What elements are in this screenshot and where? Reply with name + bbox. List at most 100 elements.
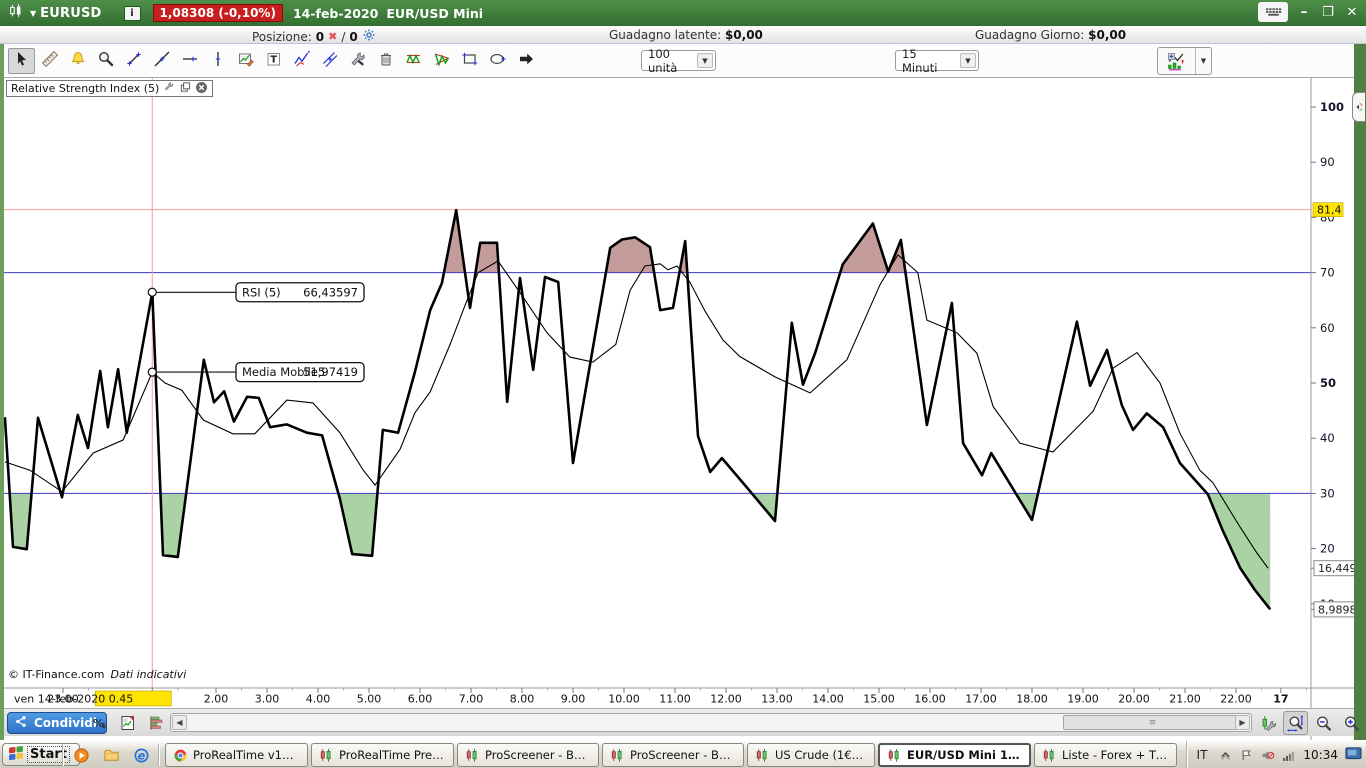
scroll-right-icon[interactable]: ▶ xyxy=(1235,715,1250,730)
rsi-plot[interactable]: 10090807060504030201081,416,4498,989823.… xyxy=(3,78,1357,752)
pattern-down-icon xyxy=(433,50,451,72)
taskbar-button-4[interactable]: US Crude (1€) 1 Or... xyxy=(747,743,875,767)
tool-ellipse-button[interactable] xyxy=(484,48,511,74)
minimize-button[interactable]: – xyxy=(1296,5,1312,20)
chevron-down-icon[interactable]: ▼ xyxy=(30,9,36,18)
tool-zoom-button[interactable] xyxy=(92,48,119,74)
drawing-tools-icon xyxy=(349,50,367,72)
windows-taskbar: Start e ProRealTime v10.3 - ... ProRealTi… xyxy=(0,740,1366,768)
tool-trendline-button[interactable] xyxy=(148,48,175,74)
x-tick-label: 2.00 xyxy=(204,693,229,706)
news-chart-icon[interactable] xyxy=(116,712,140,734)
mute-icon[interactable] xyxy=(1260,748,1275,763)
copyright-note: © IT-Finance.com Dati indicativi xyxy=(8,668,187,681)
quicklaunch-media-player[interactable] xyxy=(70,744,92,766)
zoom-fit-button[interactable] xyxy=(1283,711,1308,735)
candle-settings-icon[interactable] xyxy=(1256,711,1281,735)
tool-drawing-tools-button[interactable] xyxy=(344,48,371,74)
wrench-icon[interactable] xyxy=(163,81,175,96)
tool-zigzag-button[interactable] xyxy=(288,48,315,74)
taskbar-button-5[interactable]: EUR/USD Mini 15 ... xyxy=(878,743,1031,767)
candles-icon xyxy=(887,748,902,763)
tool-delete-button[interactable] xyxy=(372,48,399,74)
rsi-chart-canvas[interactable]: Relative Strength Index (5) © IT-Finance… xyxy=(3,78,1357,752)
x-tick-label: 13.00 xyxy=(761,693,793,706)
y-tick-label: 40 xyxy=(1320,431,1335,445)
ruler-icon xyxy=(41,50,59,72)
marker-point[interactable] xyxy=(147,287,157,297)
language-indicator[interactable]: IT xyxy=(1197,748,1208,762)
tool-rectangle-button[interactable] xyxy=(456,48,483,74)
indicator-edit-icon xyxy=(237,50,255,72)
taskbar-button-2[interactable]: ProScreener - Bearish... xyxy=(457,743,599,767)
duplicate-icon[interactable] xyxy=(179,81,191,96)
chevron-up-icon[interactable] xyxy=(1218,748,1233,763)
taskbar-button-6[interactable]: Liste - Forex + Titoli xyxy=(1034,743,1177,767)
taskbar-button-0[interactable]: ProRealTime v10.3 - ... xyxy=(165,743,308,767)
x-tick-label: 17.00 xyxy=(965,693,997,706)
show-desktop-icon[interactable] xyxy=(1345,745,1362,766)
tool-ruler-button[interactable] xyxy=(36,48,63,74)
x-tick-label: 9.00 xyxy=(561,693,586,706)
horizontal-line-icon xyxy=(181,50,199,72)
tool-pointer-button[interactable] xyxy=(8,48,35,74)
zoom-icon xyxy=(97,50,115,72)
y-tick-label: 60 xyxy=(1320,321,1335,335)
tool-pattern-up-button[interactable] xyxy=(400,48,427,74)
flag-icon[interactable] xyxy=(1239,748,1254,763)
date-label: 14-feb-2020 xyxy=(292,5,379,21)
tool-continue-arrow-button[interactable] xyxy=(512,48,539,74)
timeframe-dropdown[interactable]: 15 Minuti ▼ xyxy=(895,47,979,75)
chart-add-icon xyxy=(1158,48,1196,74)
close-position-icon[interactable]: ✖ xyxy=(328,30,337,43)
tool-horizontal-line-button[interactable] xyxy=(176,48,203,74)
taskbar-button-3[interactable]: ProScreener - Bearish... xyxy=(602,743,744,767)
percent-link-icon[interactable]: % xyxy=(88,712,112,734)
quicklaunch-folder[interactable] xyxy=(100,744,122,766)
x-tick-label: 20.00 xyxy=(1118,693,1150,706)
x-tick-label: 22.00 xyxy=(1220,693,1252,706)
info-button[interactable]: i xyxy=(123,5,141,21)
position-separator: / xyxy=(341,29,346,44)
units-dropdown[interactable]: 100 unità ▼ xyxy=(641,47,716,75)
task-label: ProScreener - Bearish... xyxy=(485,748,591,762)
restore-button[interactable]: ❐ xyxy=(1320,5,1336,20)
svg-text:e: e xyxy=(137,748,145,762)
indicator-panel-tab[interactable]: Relative Strength Index (5) xyxy=(6,80,214,97)
tool-alert-button[interactable] xyxy=(64,48,91,74)
trendline-icon xyxy=(153,50,171,72)
vertical-line-icon xyxy=(209,50,227,72)
tool-pattern-down-button[interactable] xyxy=(428,48,455,74)
side-panel-toggle[interactable] xyxy=(1352,92,1365,122)
instrument-label: EUR/USD Mini xyxy=(386,5,484,21)
add-indicator-button[interactable]: ▼ xyxy=(1157,47,1212,75)
volume-profile-icon[interactable] xyxy=(144,712,168,734)
task-label: US Crude (1€) 1 Or... xyxy=(775,748,867,762)
x-tick-label: 12.00 xyxy=(710,693,742,706)
zoom-out-button[interactable] xyxy=(1311,711,1336,735)
tool-parallel-lines-button[interactable] xyxy=(316,48,343,74)
text-icon: T xyxy=(265,50,283,72)
prorealtime-window: ▼ EURUSD i 1,08308 (-0,10%) 14-feb-2020 … xyxy=(0,0,1366,768)
tool-vertical-line-button[interactable] xyxy=(204,48,231,74)
keyboard-icon[interactable] xyxy=(1258,2,1288,22)
close-button[interactable]: ✕ xyxy=(1344,5,1360,20)
symbol-label[interactable]: EURUSD xyxy=(40,6,101,21)
quicklaunch-internet-explorer[interactable]: e xyxy=(130,744,152,766)
tool-text-button[interactable]: T xyxy=(260,48,287,74)
start-button[interactable]: Start xyxy=(2,743,80,766)
tool-segment-button[interactable] xyxy=(120,48,147,74)
drawing-toolbar: T 100 unità ▼ 15 Minuti ▼ ▼ xyxy=(4,44,1354,78)
tool-indicator-edit-button[interactable] xyxy=(232,48,259,74)
media-mobile-line[interactable] xyxy=(4,254,1269,569)
time-scrollbar[interactable]: ◀ ≡ ▶ xyxy=(170,713,1252,732)
marker-point[interactable] xyxy=(147,367,157,377)
taskbar-button-1[interactable]: ProRealTime Premium xyxy=(311,743,454,767)
close-panel-icon[interactable] xyxy=(195,81,208,97)
scrollbar-thumb[interactable]: ≡ xyxy=(1063,715,1243,730)
orders-gear-icon[interactable] xyxy=(362,28,376,45)
scroll-left-icon[interactable]: ◀ xyxy=(172,715,187,730)
zoom-in-button[interactable] xyxy=(1339,711,1364,735)
signal-icon[interactable] xyxy=(1281,748,1296,763)
candles-icon xyxy=(610,748,625,763)
